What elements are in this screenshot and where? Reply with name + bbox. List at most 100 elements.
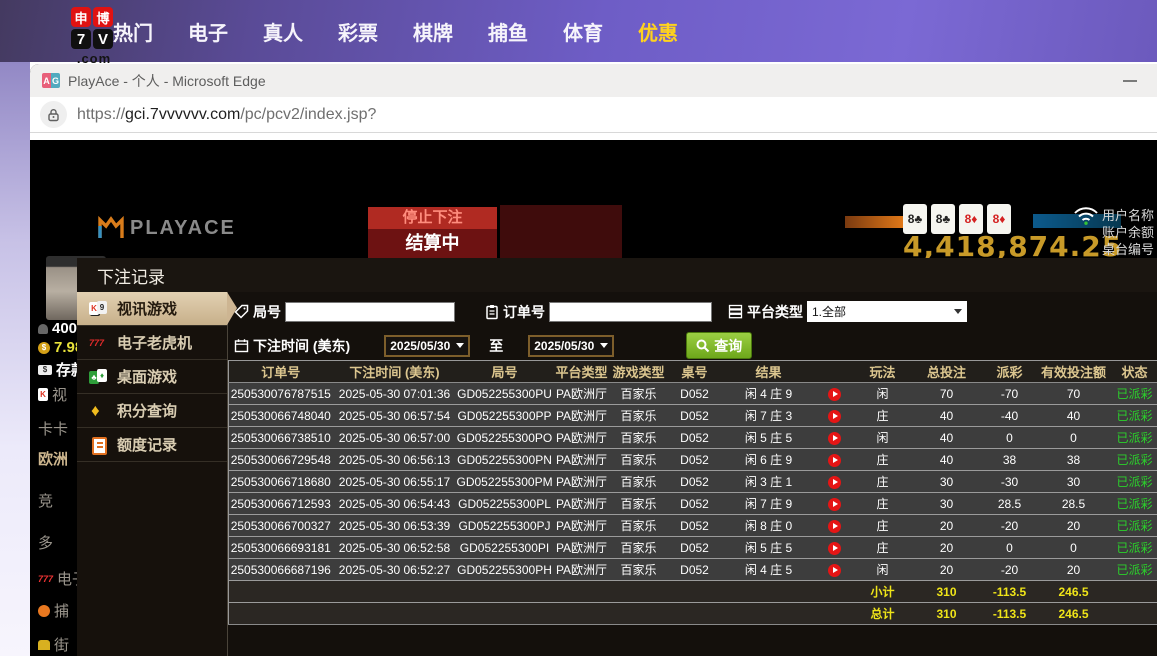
sidebar-item[interactable]: 积分查询 bbox=[77, 394, 227, 428]
cell-round: GD052255300PI bbox=[457, 537, 553, 559]
replay-play-button[interactable] bbox=[828, 498, 841, 511]
sidebar-item[interactable]: 视讯游戏 bbox=[77, 292, 227, 326]
table-header-cell: 结果 bbox=[723, 361, 815, 383]
table-row: 2505300666931812025-05-30 06:52:58GD0522… bbox=[229, 537, 1157, 559]
cell-order: 250530066693181 bbox=[229, 537, 333, 559]
cell-game: 百家乐 bbox=[611, 405, 667, 427]
cell-replay bbox=[815, 405, 855, 427]
money-icon: $ bbox=[38, 342, 50, 354]
cell-valid: 38 bbox=[1037, 449, 1111, 471]
cell-payout: 38 bbox=[983, 449, 1037, 471]
order-number-input[interactable] bbox=[549, 302, 712, 322]
top-nav-item[interactable]: 优惠 bbox=[637, 17, 679, 46]
cell-bet: 庄 bbox=[855, 493, 911, 515]
bg-left-item[interactable]: 卡卡 bbox=[38, 418, 68, 439]
cell-valid: 20 bbox=[1037, 559, 1111, 581]
replay-play-button[interactable] bbox=[828, 388, 841, 401]
window-titlebar: A G PlayAce - 个人 - Microsoft Edge bbox=[30, 64, 1157, 97]
sidebar-item[interactable]: 桌面游戏 bbox=[77, 360, 227, 394]
cell-bet: 庄 bbox=[855, 537, 911, 559]
cell-table: D052 bbox=[667, 515, 723, 537]
account-info-label: 用户名称 bbox=[1102, 207, 1154, 224]
replay-play-button[interactable] bbox=[828, 542, 841, 555]
round-number-label: 局号 bbox=[253, 302, 281, 322]
sidebar-item-label: 额度记录 bbox=[117, 434, 177, 455]
cell-platform: PA欧洲厅 bbox=[553, 449, 611, 471]
cell-status: 已派彩 bbox=[1111, 405, 1157, 427]
replay-play-button[interactable] bbox=[828, 432, 841, 445]
address-bar[interactable]: https://gci.7vvvvvv.com/pc/pcv2/index.js… bbox=[30, 97, 1157, 133]
bg-left-item[interactable]: 竞 bbox=[38, 490, 53, 511]
table-row: 2505300767875152025-05-30 07:01:36GD0522… bbox=[229, 383, 1157, 405]
points-icon bbox=[89, 403, 108, 419]
search-button[interactable]: 查询 bbox=[686, 332, 752, 359]
date-from-select[interactable]: 2025/05/30 bbox=[384, 335, 470, 357]
filter-row-1: 局号 订单号 平台类型 1.全部 bbox=[234, 301, 1157, 322]
top-nav-item[interactable]: 捕鱼 bbox=[487, 17, 529, 46]
cell-round: GD052255300PO bbox=[457, 427, 553, 449]
url-host: gci.7vvvvvv.com bbox=[125, 106, 240, 123]
table-games-icon bbox=[89, 369, 108, 385]
cell-status: 已派彩 bbox=[1111, 515, 1157, 537]
replay-play-button[interactable] bbox=[828, 564, 841, 577]
bg-left-label: 卡卡 bbox=[38, 418, 68, 439]
cell-valid: 28.5 bbox=[1037, 493, 1111, 515]
cell-sum-valid: 246.5 bbox=[1037, 603, 1111, 625]
cell-table: D052 bbox=[667, 449, 723, 471]
cell-payout: 0 bbox=[983, 427, 1037, 449]
sidebar-item[interactable]: 电子老虎机 bbox=[77, 326, 227, 360]
top-nav-item[interactable]: 热门 bbox=[112, 17, 154, 46]
bg-left-item[interactable]: K视 bbox=[38, 384, 67, 405]
bg-left-item[interactable]: 多 bbox=[38, 532, 53, 553]
search-button-label: 查询 bbox=[714, 336, 742, 356]
video-games-icon bbox=[89, 301, 108, 317]
cell-result: 闲 5 庄 5 bbox=[723, 537, 815, 559]
table-row: 2505300667295482025-05-30 06:56:13GD0522… bbox=[229, 449, 1157, 471]
bg-left-item[interactable]: 欧洲 bbox=[38, 448, 68, 469]
cell-result: 闲 4 庄 5 bbox=[723, 559, 815, 581]
stop-betting-label: 停止下注 bbox=[368, 207, 497, 229]
round-number-input[interactable] bbox=[285, 302, 455, 322]
cell-game: 百家乐 bbox=[611, 493, 667, 515]
url-path: /pc/pcv2/index.jsp? bbox=[240, 106, 376, 123]
top-nav-item[interactable]: 电子 bbox=[187, 17, 229, 46]
desktop-background bbox=[0, 62, 30, 656]
cell-round: GD052255300PJ bbox=[457, 515, 553, 537]
table-row: 2505300667385102025-05-30 06:57:00GD0522… bbox=[229, 427, 1157, 449]
bg-left-item[interactable]: 捕 bbox=[38, 600, 69, 621]
cell-bet: 庄 bbox=[855, 471, 911, 493]
platform-type-select[interactable]: 1.全部 bbox=[807, 301, 967, 322]
bg-left-item[interactable]: 街 bbox=[38, 634, 69, 655]
cell-order: 250530066700327 bbox=[229, 515, 333, 537]
top-nav-item[interactable]: 棋牌 bbox=[412, 17, 454, 46]
replay-play-button[interactable] bbox=[828, 520, 841, 533]
cell-platform: PA欧洲厅 bbox=[553, 471, 611, 493]
date-to-select[interactable]: 2025/05/30 bbox=[528, 335, 614, 357]
table-body: 2505300767875152025-05-30 07:01:36GD0522… bbox=[229, 383, 1157, 625]
replay-play-button[interactable] bbox=[828, 476, 841, 489]
cell-payout: 28.5 bbox=[983, 493, 1037, 515]
top-nav-item[interactable]: 彩票 bbox=[337, 17, 379, 46]
minimize-button[interactable] bbox=[1113, 64, 1147, 97]
cell-sum-payout: -113.5 bbox=[983, 603, 1037, 625]
bg-left-label: 竞 bbox=[38, 490, 53, 511]
top-nav-bar: 热门 电子 真人 彩票 棋牌 捕鱼 体育 优惠 bbox=[0, 0, 1157, 62]
sidebar-item[interactable]: 额度记录 bbox=[77, 428, 227, 462]
replay-play-button[interactable] bbox=[828, 454, 841, 467]
replay-play-button[interactable] bbox=[828, 410, 841, 423]
cell-replay bbox=[815, 493, 855, 515]
table-banner-decor bbox=[500, 205, 622, 260]
cell-status: 已派彩 bbox=[1111, 471, 1157, 493]
bet-records-table: 订单号下注时间 (美东)局号平台类型游戏类型桌号结果玩法总投注派彩有效投注额状态… bbox=[228, 360, 1157, 625]
cell-time: 2025-05-30 06:52:58 bbox=[333, 537, 457, 559]
cell-valid: 40 bbox=[1037, 405, 1111, 427]
top-nav-item[interactable]: 真人 bbox=[262, 17, 304, 46]
platform-type-label: 平台类型 bbox=[747, 302, 803, 322]
top-nav-item[interactable]: 体育 bbox=[562, 17, 604, 46]
cell-replay bbox=[815, 559, 855, 581]
table-header-row: 订单号下注时间 (美东)局号平台类型游戏类型桌号结果玩法总投注派彩有效投注额状态 bbox=[229, 361, 1157, 383]
cell-result: 闲 8 庄 0 bbox=[723, 515, 815, 537]
cell-game: 百家乐 bbox=[611, 383, 667, 405]
cell-status: 已派彩 bbox=[1111, 427, 1157, 449]
search-icon bbox=[696, 339, 710, 353]
